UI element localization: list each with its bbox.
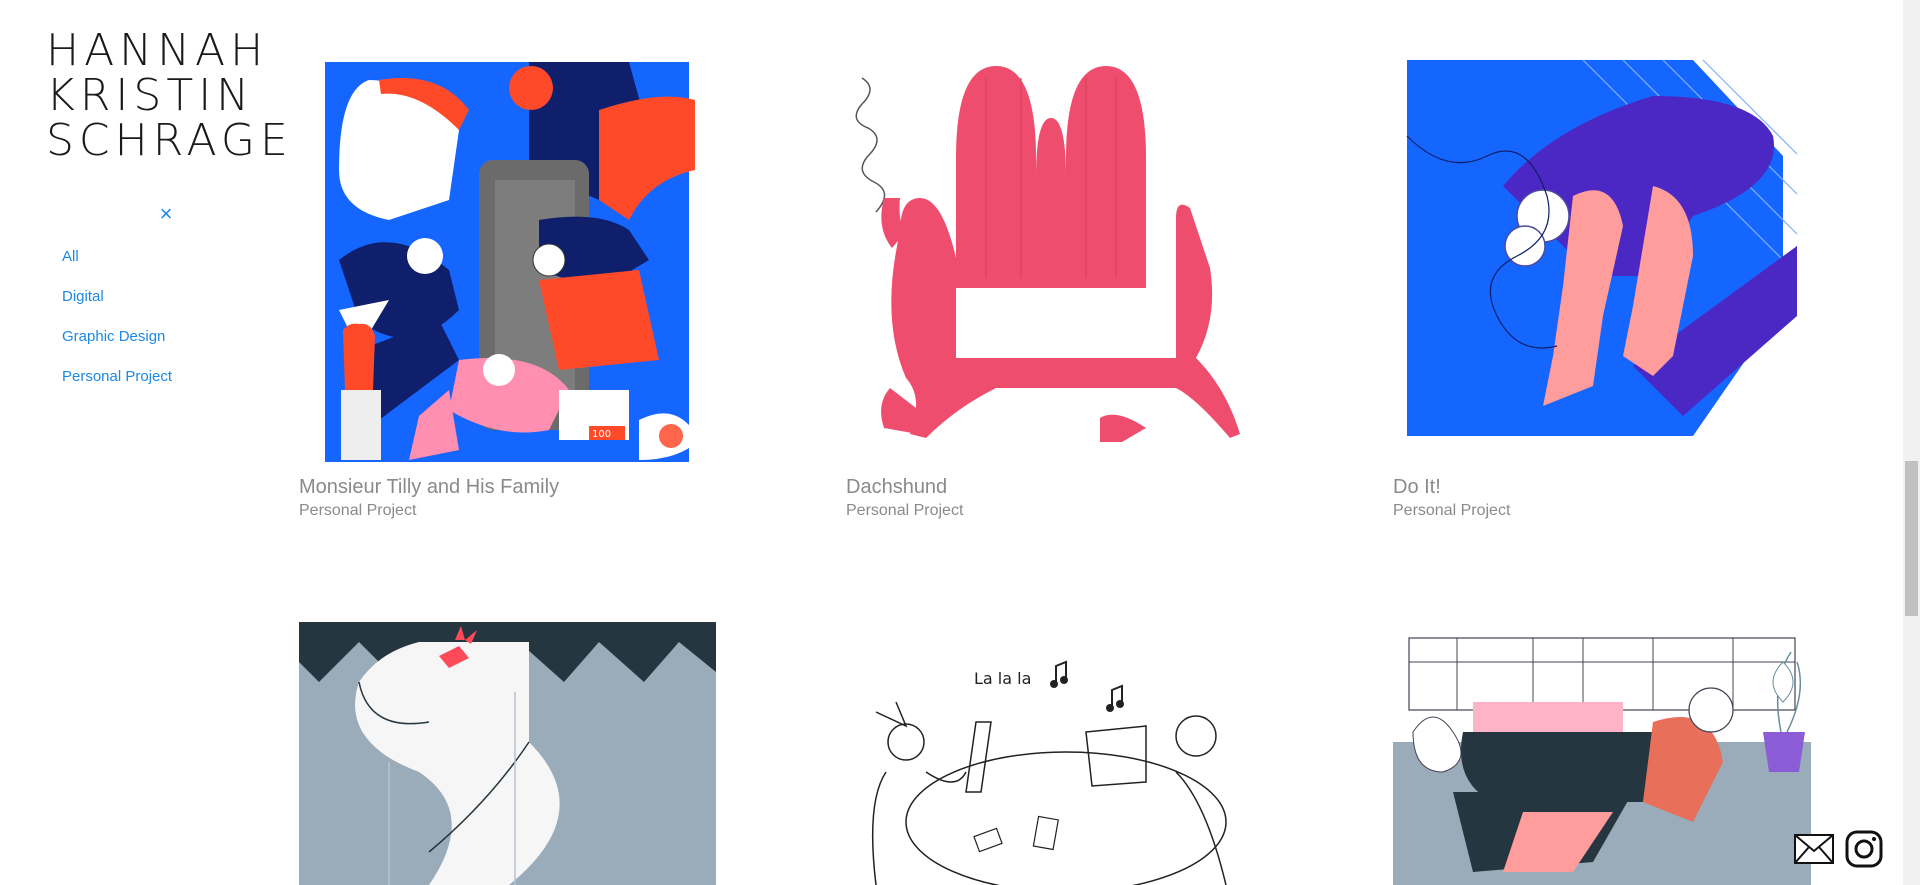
project-thumbnail-dachshund[interactable] (846, 58, 1262, 448)
filter-graphic-design[interactable]: Graphic Design (62, 324, 172, 364)
project-thumbnail-5[interactable]: La la la (846, 622, 1262, 885)
project-thumbnail-monsieur-tilly[interactable]: 100 (299, 60, 715, 462)
filter-personal-project[interactable]: Personal Project (62, 364, 172, 404)
sidebar: HANNAH KRISTIN SCHRAGE × All Digital Gra… (0, 0, 290, 885)
project-category: Personal Project (1393, 502, 1511, 519)
project-category: Personal Project (846, 502, 964, 519)
mail-icon[interactable] (1794, 834, 1834, 869)
project-title[interactable]: Do It! (1393, 476, 1441, 499)
logo-line-2: KRISTIN (46, 70, 255, 121)
lalala-text: La la la (974, 669, 1031, 688)
sign-text: 100 (592, 429, 611, 440)
site-logo[interactable]: HANNAH KRISTIN SCHRAGE (46, 25, 293, 166)
filter-all[interactable]: All (62, 244, 172, 284)
close-filter-icon[interactable]: × (156, 203, 176, 225)
page-scrollbar[interactable] (1903, 0, 1920, 885)
logo-line-1: HANNAH (46, 25, 269, 76)
project-thumbnail-4[interactable] (299, 622, 716, 885)
project-thumbnail-6[interactable] (1393, 622, 1811, 885)
project-thumbnail-do-it[interactable] (1393, 56, 1809, 446)
scrollbar-thumb[interactable] (1905, 461, 1918, 616)
category-filter-list: All Digital Graphic Design Personal Proj… (62, 244, 172, 404)
filter-digital[interactable]: Digital (62, 284, 172, 324)
project-category: Personal Project (299, 502, 417, 519)
project-title[interactable]: Monsieur Tilly and His Family (299, 476, 559, 499)
instagram-icon[interactable] (1845, 830, 1883, 873)
logo-line-3: SCHRAGE (46, 115, 293, 166)
project-title[interactable]: Dachshund (846, 476, 947, 499)
